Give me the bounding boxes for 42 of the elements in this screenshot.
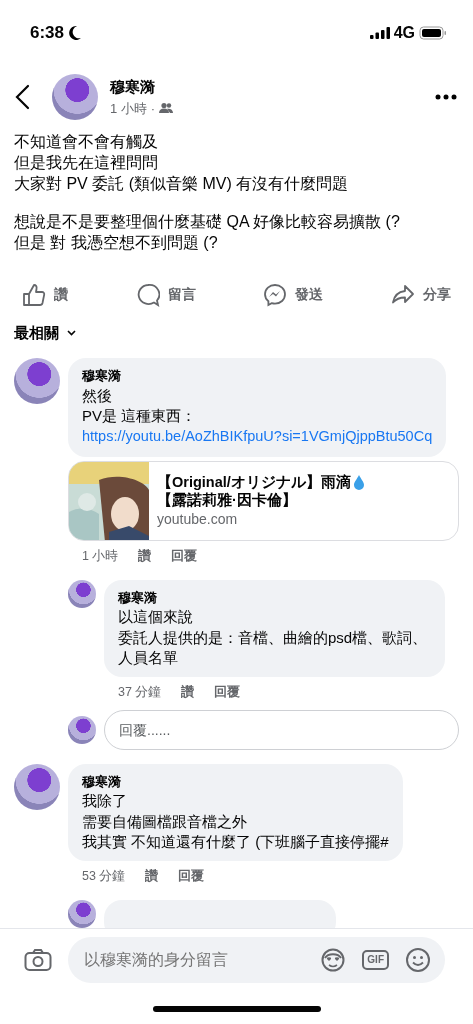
post-time: 1 小時 (110, 99, 147, 118)
sort-dropdown[interactable]: 最相關 (0, 314, 90, 353)
status-time: 6:38 (30, 22, 65, 45)
comment-text: PV是 這種東西： (82, 406, 197, 427)
post-text: 但是 對 我憑空想不到問題 (? (14, 233, 219, 254)
reply-input[interactable]: 回覆...... (104, 710, 459, 750)
comment-button[interactable]: 留言 (135, 276, 196, 314)
reply-link[interactable]: 回覆 (171, 547, 198, 566)
send-button[interactable]: 發送 (263, 276, 324, 314)
preview-title: 【露諾莉雅·因卡倫】 (157, 490, 297, 509)
comment-field[interactable]: 以穆寒漪的身分留言 GIF (68, 937, 445, 983)
like-link[interactable]: 讚 (145, 867, 159, 886)
gif-button[interactable]: GIF (362, 950, 389, 970)
network-label: 4G (393, 23, 415, 43)
comment-time: 53 分鐘 (82, 868, 126, 886)
share-button[interactable]: 分享 (390, 276, 451, 314)
comment-time: 1 小時 (82, 548, 119, 566)
preview-title: 【Original/オリジナル】雨滴 (157, 472, 351, 491)
post-text: 想說是不是要整理個什麼基礎 QA 好像比較容易擴散 (? (14, 212, 401, 233)
comment-text: 我除了 (82, 791, 127, 812)
reply-link[interactable]: 回覆 (214, 683, 241, 702)
post-text: 大家對 PV 委託 (類似音樂 MV) 有沒有什麼問題 (14, 173, 350, 194)
comment-text: 我其實 不知道還有什麼了 (下班腦子直接停擺# (82, 832, 389, 852)
comment-text: 然後 (82, 386, 112, 406)
preview-domain: youtube.com (157, 509, 239, 529)
author-name[interactable]: 穆寒漪 (110, 76, 435, 99)
comment-text: 需要自備圖檔跟音檔之外 (82, 811, 247, 832)
separator-dot: · (150, 99, 156, 118)
comment-author[interactable]: 穆寒漪 (82, 366, 433, 386)
like-link[interactable]: 讚 (138, 547, 152, 566)
comment-text: 以這個來說 (118, 607, 193, 628)
comment-author[interactable]: 穆寒漪 (82, 772, 389, 792)
post-text: 不知道會不會有觸及 (14, 132, 159, 152)
reply-link[interactable]: 回覆 (178, 867, 205, 886)
like-button[interactable]: 讚 (22, 276, 68, 314)
post-text: 但是我先在這裡問問 (14, 152, 159, 173)
like-link[interactable]: 讚 (181, 683, 195, 702)
comment-text: 委託人提供的是：音檔、曲繪的psd檔、歌詞、人員名單 (118, 627, 429, 668)
link[interactable]: https://youtu.be/AoZhBIKfpuU?si=1VGmjQjppBtu50Cq (82, 426, 433, 449)
comment-time: 37 分鐘 (118, 684, 162, 702)
link-preview-card[interactable]: 【Original/オリジナル】雨滴 【露諾莉雅·因卡倫】 youtube.com (68, 461, 459, 542)
comment-author[interactable]: 穆寒漪 (118, 588, 431, 608)
